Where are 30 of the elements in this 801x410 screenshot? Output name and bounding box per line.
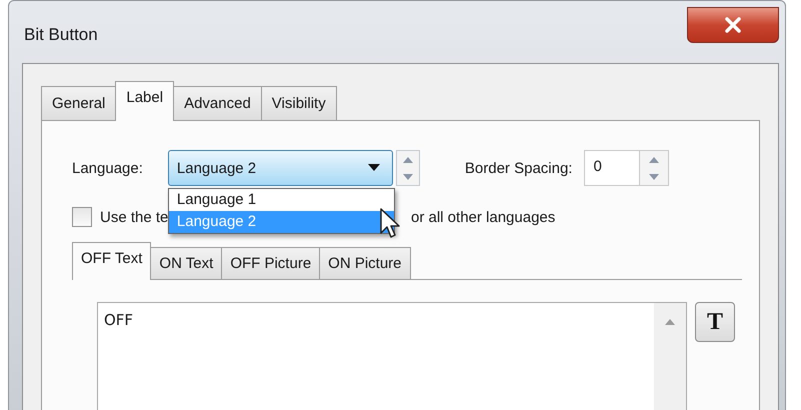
language-dropdown[interactable]: Language 2 — [168, 150, 393, 186]
tab[interactable]: Label — [115, 81, 174, 121]
close-icon — [724, 17, 742, 33]
down-arrow-icon — [649, 174, 660, 180]
checkbox-label: Use the te — [100, 208, 168, 226]
tab[interactable]: OFF Text — [72, 242, 152, 280]
checkbox-label: or all other languages — [411, 208, 556, 226]
down-arrow-icon — [402, 174, 413, 180]
dropdown-arrow-icon — [368, 164, 380, 172]
up-arrow-icon — [649, 156, 660, 162]
tab[interactable]: Advanced — [173, 86, 262, 120]
tab[interactable]: ON Picture — [319, 247, 411, 279]
scroll-bar[interactable] — [654, 303, 686, 410]
tab[interactable]: OFF Picture — [221, 247, 320, 279]
language-label: Language: — [72, 160, 143, 176]
spin-buttons[interactable] — [639, 151, 668, 185]
tab[interactable]: General — [41, 86, 116, 120]
font-button[interactable]: T — [695, 302, 735, 342]
border-spacing-field[interactable]: 0 — [584, 150, 670, 186]
window-title: Bit Button — [24, 25, 98, 45]
dropdown-option[interactable]: Language 1 — [168, 189, 394, 211]
close-button[interactable] — [687, 7, 779, 43]
text-editor[interactable]: OFF — [97, 302, 687, 410]
up-arrow-icon — [665, 319, 675, 325]
spin-buttons[interactable] — [396, 150, 420, 186]
border-spacing-label: Border Spacing: — [464, 160, 572, 176]
up-arrow-icon — [402, 156, 413, 162]
checkbox[interactable] — [72, 207, 92, 227]
tab[interactable]: Visibility — [260, 86, 337, 120]
tab[interactable]: ON Text — [150, 247, 222, 279]
